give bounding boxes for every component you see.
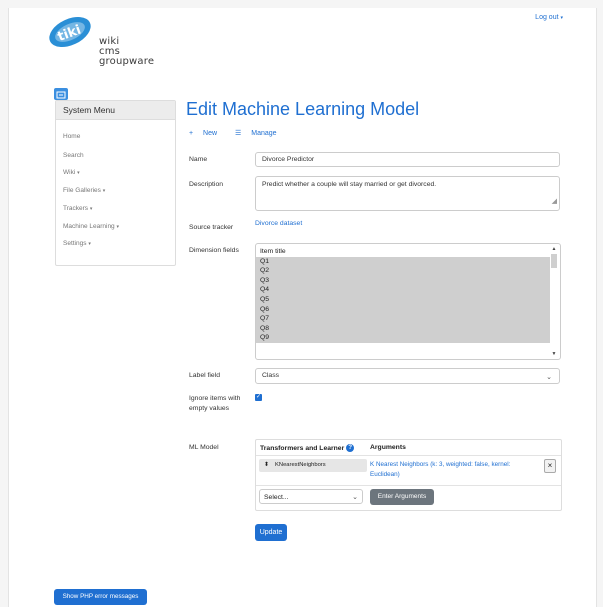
ml-model-label: ML Model — [189, 444, 219, 451]
label-field-value: Class — [262, 372, 279, 379]
enter-arguments-button[interactable]: Enter Arguments — [370, 489, 434, 505]
scroll-thumb[interactable] — [551, 254, 557, 268]
description-value: Predict whether a couple will stay marri… — [262, 181, 437, 188]
checkmark-icon: ✓ — [255, 394, 262, 400]
col-arguments-header: Arguments — [370, 444, 406, 451]
arguments-link[interactable]: K Nearest Neighbors (k: 3, weighted: fal… — [370, 460, 535, 480]
sidebar-item-file-galleries[interactable]: File Galleries ▾ — [63, 187, 105, 194]
new-button[interactable]: + New — [189, 130, 225, 137]
sidebar-item-home[interactable]: Home — [63, 133, 80, 140]
dimension-option[interactable]: Q5 — [256, 294, 550, 305]
col-header-text: Transformers and Learner — [260, 444, 345, 452]
dimension-options: Item title Q1 Q2 Q3 Q4 Q5 Q6 Q7 Q8 Q9 — [256, 244, 560, 343]
chevron-down-icon: ▾ — [77, 170, 80, 176]
source-tracker-link[interactable]: Divorce dataset — [255, 220, 302, 227]
dimension-option[interactable]: Q1 — [256, 256, 550, 267]
name-label: Name — [189, 156, 208, 163]
divider — [256, 455, 561, 456]
ignore-empty-label: Ignore items with empty values — [189, 395, 241, 412]
chevron-down-icon: ▾ — [116, 224, 120, 230]
chevron-down-icon: ▾ — [88, 241, 91, 247]
col-transformers-header: Transformers and Learner? — [260, 444, 355, 452]
ignore-empty-checkbox[interactable]: ✓ — [255, 394, 262, 401]
sidebar-item-label: Machine Learning — [63, 223, 115, 230]
sidebar-item-label: Wiki — [63, 169, 76, 176]
system-menu-title: System Menu — [56, 101, 175, 120]
drag-handle-icon[interactable]: ⬍ — [264, 462, 269, 468]
scroll-up-icon[interactable]: ▲ — [550, 246, 558, 252]
divider — [256, 485, 561, 486]
name-field[interactable]: Divorce Predictor — [255, 152, 560, 167]
sidebar-item-label: Home — [63, 133, 81, 140]
listbox-scrollbar[interactable]: ▲ ▼ — [550, 246, 558, 357]
page-actions: + New ☰ Manage — [189, 129, 293, 137]
sidebar-item-label: Settings — [63, 240, 87, 247]
sidebar-item-trackers[interactable]: Trackers ▾ — [63, 205, 92, 212]
sidebar-item-label: File Galleries — [63, 187, 101, 194]
sidebar-item-settings[interactable]: Settings ▾ — [63, 240, 91, 247]
sidebar-item-search[interactable]: Search — [63, 152, 84, 159]
module-toggle-button[interactable] — [54, 88, 68, 100]
label-field-select[interactable]: Class ⌄ — [255, 368, 560, 384]
sidebar-item-machine-learning[interactable]: Machine Learning ▾ — [63, 223, 119, 230]
dimension-option[interactable]: Q9 — [256, 333, 550, 343]
chevron-down-icon: ▾ — [89, 206, 93, 212]
list-icon: ☰ — [235, 130, 242, 137]
chevron-down-icon: ⌄ — [546, 374, 552, 381]
description-label: Description — [189, 181, 223, 188]
scroll-down-icon[interactable]: ▼ — [550, 351, 558, 357]
source-tracker-label: Source tracker — [189, 224, 234, 231]
plus-icon: + — [189, 130, 194, 137]
new-label: New — [203, 130, 218, 137]
sidebar-item-wiki[interactable]: Wiki ▾ — [63, 169, 80, 176]
site-logo[interactable]: tiki wiki cms groupware — [49, 16, 172, 78]
dimension-option[interactable]: Q4 — [256, 285, 550, 295]
show-php-errors-button[interactable]: Show PHP error messages — [54, 589, 147, 605]
logo-words: wiki cms groupware — [99, 37, 154, 67]
learner-name: KNearestNeighbors — [275, 462, 326, 468]
info-icon[interactable]: ? — [346, 444, 355, 452]
logout-link[interactable]: Log out ▾ — [535, 14, 563, 21]
dimension-option[interactable]: Q2 — [256, 266, 550, 276]
ml-model-table: Transformers and Learner? Arguments ⬍ KNe… — [255, 439, 562, 511]
dimension-fields-label: Dimension fields — [189, 247, 239, 254]
transformer-select[interactable]: Select... ⌄ — [259, 489, 363, 504]
remove-learner-button[interactable]: × — [544, 459, 556, 473]
close-icon: × — [547, 461, 553, 470]
sidebar-item-label: Trackers — [63, 205, 89, 212]
select-placeholder: Select... — [264, 494, 289, 501]
update-button[interactable]: Update — [255, 524, 287, 541]
chevron-down-icon: ⌄ — [352, 494, 358, 501]
dimension-option[interactable]: Item title — [256, 247, 560, 257]
resize-handle-icon[interactable]: ◢ — [552, 194, 557, 210]
label-field-label: Label field — [189, 372, 220, 379]
logo-word: groupware — [99, 56, 155, 67]
manage-button[interactable]: ☰ Manage — [235, 130, 285, 137]
dimension-option[interactable]: Q6 — [256, 304, 550, 315]
dimension-option[interactable]: Q7 — [256, 314, 550, 324]
description-field[interactable]: Predict whether a couple will stay marri… — [255, 176, 560, 211]
logout-label: Log out — [535, 14, 559, 21]
dimension-option[interactable]: Q8 — [256, 323, 550, 334]
chevron-down-icon: ▾ — [102, 188, 106, 194]
learner-item[interactable]: ⬍ KNearestNeighbors — [259, 459, 367, 472]
system-menu: System Menu Home Search Wiki ▾ File Gall… — [55, 100, 176, 266]
dimension-option[interactable]: Q3 — [256, 275, 550, 286]
sidebar-item-label: Search — [63, 152, 84, 159]
manage-label: Manage — [251, 130, 277, 137]
page-title: Edit Machine Learning Model — [186, 99, 420, 119]
chevron-down-icon: ▾ — [560, 15, 563, 21]
dimension-fields-listbox[interactable]: Item title Q1 Q2 Q3 Q4 Q5 Q6 Q7 Q8 Q9 ▲ ▼ — [255, 243, 561, 360]
